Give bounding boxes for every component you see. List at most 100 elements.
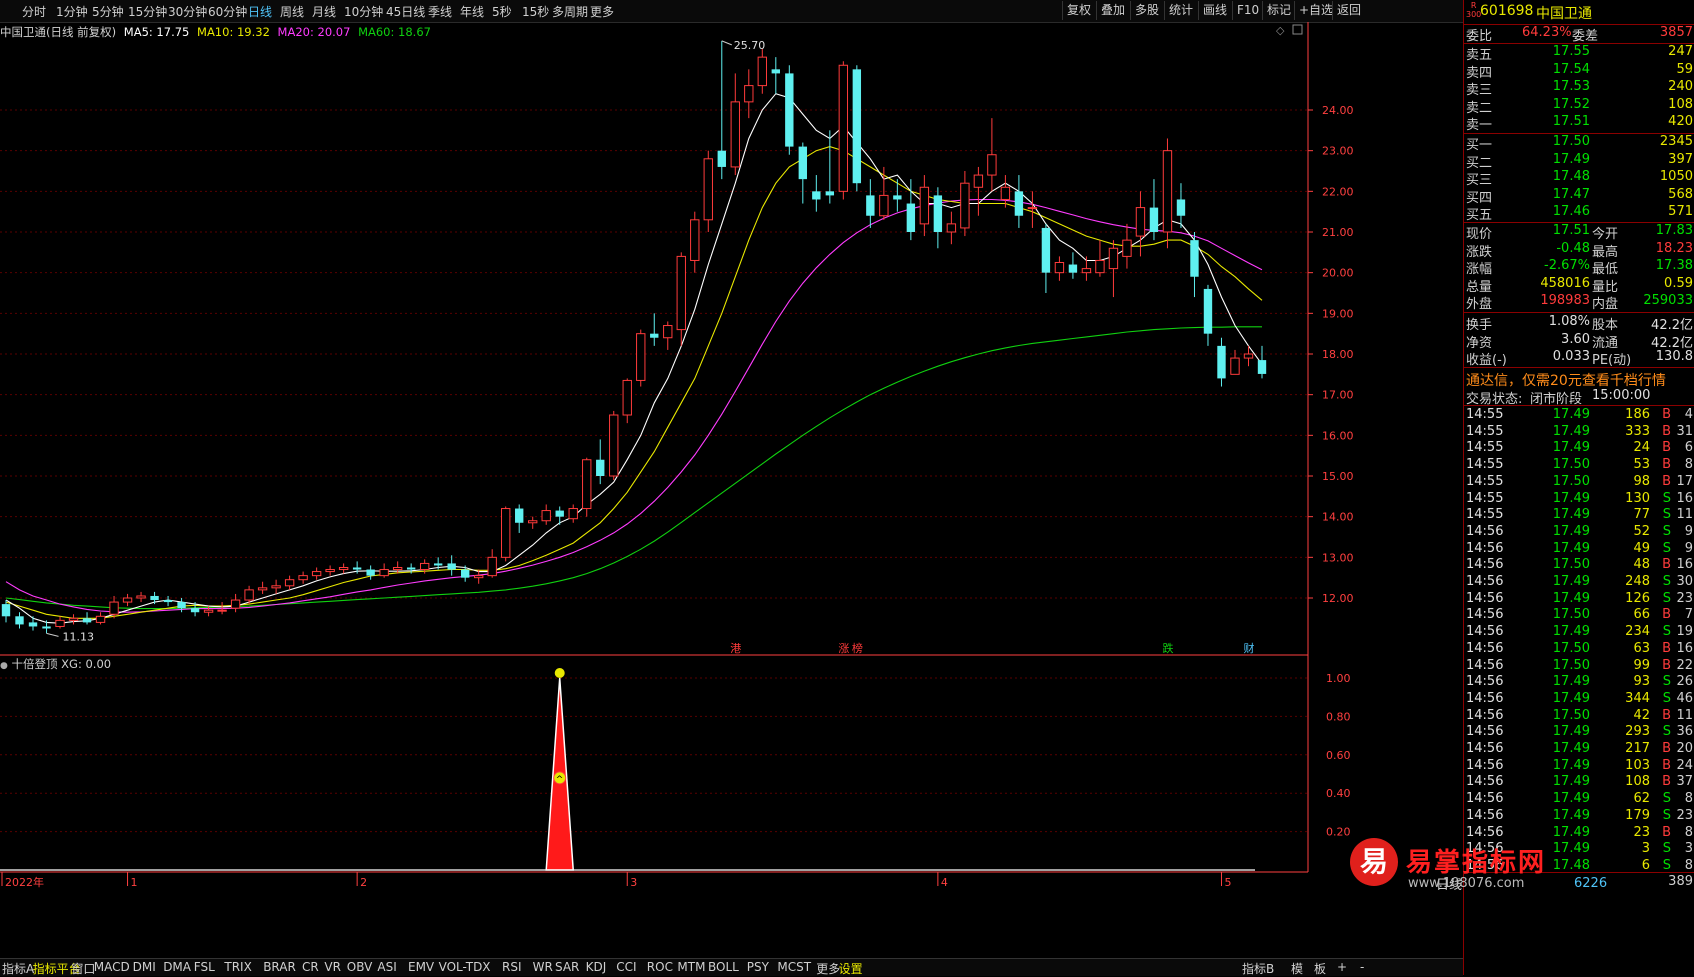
indicator-tab[interactable]: MTM	[677, 960, 705, 974]
weicha-value: 3857	[1659, 25, 1693, 40]
indicator-tab[interactable]: CCI	[616, 960, 636, 974]
candle-body-up	[663, 325, 673, 339]
bid-price: 17.50	[1552, 134, 1590, 149]
stat-label: 净资	[1466, 335, 1493, 351]
bottom-right-button[interactable]: 模	[1291, 960, 1303, 977]
candle-body-up	[244, 589, 254, 601]
indicator-tab[interactable]: DMI	[133, 960, 156, 974]
y-tick-label: 13.00	[1322, 551, 1354, 564]
candle-body-up	[960, 182, 970, 229]
tick-side: S	[1662, 523, 1671, 539]
event-marker[interactable]: 跌	[1162, 641, 1173, 655]
tick-price: 17.49	[1552, 741, 1590, 756]
window-icon[interactable]	[1292, 24, 1303, 35]
event-marker[interactable]: 港	[730, 642, 741, 655]
stat-label: 外盘	[1466, 297, 1493, 313]
bottom-right-button[interactable]: +	[1337, 960, 1347, 974]
candle	[1217, 337, 1226, 387]
tick-time: 14:55	[1466, 490, 1504, 506]
y-tick-label: 1.00	[1326, 672, 1351, 685]
tick-volume: 53	[1633, 457, 1650, 473]
candle-body-up	[136, 595, 146, 599]
candle-body-up	[838, 64, 849, 192]
bid-label: 买四	[1466, 190, 1493, 206]
candle	[82, 612, 92, 625]
candle-body-down	[1014, 191, 1024, 216]
tick-time: 14:55	[1466, 423, 1504, 439]
y-tick-label: 24.00	[1322, 104, 1354, 117]
candle	[596, 439, 605, 485]
event-marker[interactable]: 榜	[852, 641, 863, 655]
diamond-icon[interactable]: ◇	[1276, 24, 1285, 37]
bottom-right-button[interactable]: -	[1360, 960, 1364, 974]
indicator-tab[interactable]: 更多	[816, 960, 840, 977]
candle-body-down	[866, 195, 875, 216]
indicator-tab[interactable]: FSL	[194, 960, 215, 974]
event-marker[interactable]: 财	[1243, 641, 1254, 655]
y-tick-label: 0.40	[1326, 787, 1351, 800]
tick-count: 37	[1676, 774, 1693, 790]
tick-side: S	[1662, 590, 1671, 606]
y-tick-label: 15.00	[1322, 470, 1354, 483]
candle-body-up	[636, 333, 646, 381]
candle-body-up	[1243, 353, 1254, 359]
indicator-tab[interactable]: OBV	[347, 960, 373, 974]
indicator-tab[interactable]: BRAR	[263, 960, 296, 974]
indicator-tab[interactable]: 指标A	[2, 960, 34, 977]
y-tick-label: 0.60	[1326, 749, 1351, 762]
indicator-tab[interactable]: RSI	[502, 960, 522, 974]
event-marker[interactable]: 涨	[838, 642, 849, 655]
indicator-tab[interactable]: 设置	[839, 960, 863, 977]
ma10-line	[5, 146, 1263, 619]
candle-body-down	[515, 508, 524, 523]
tick-price: 17.50	[1552, 607, 1590, 623]
indicator-tab[interactable]: MACD	[94, 960, 130, 974]
tick-time: 14:56	[1466, 590, 1504, 606]
indicator-tab[interactable]: SAR	[555, 960, 579, 974]
indicator-tab[interactable]: VOL-TDX	[439, 960, 491, 974]
ask-price: 17.54	[1552, 61, 1590, 77]
candle-body-up	[1000, 186, 1011, 200]
indicator-tab[interactable]: 窗口	[71, 960, 95, 977]
indicator-tab[interactable]: DMA	[163, 960, 191, 974]
ma60-line	[5, 326, 1262, 610]
candle	[1230, 349, 1240, 375]
indicator-tab[interactable]: CR	[302, 960, 319, 974]
indicator-tab[interactable]: ROC	[647, 960, 673, 974]
bottom-right-button[interactable]: 指标B	[1242, 960, 1274, 977]
indicator-tab[interactable]: BOLL	[708, 960, 739, 974]
bid-volume: 571	[1668, 204, 1693, 220]
ask-volume: 108	[1668, 96, 1693, 112]
tick-price: 17.50	[1552, 707, 1590, 723]
candle-body-down	[1217, 345, 1226, 379]
tick-time: 14:55	[1466, 407, 1504, 422]
indicator-tab[interactable]: ASI	[377, 960, 396, 974]
date-label: 3	[630, 876, 637, 889]
indicator-tab[interactable]: VR	[324, 960, 341, 974]
indicator-tab[interactable]: MCST	[777, 960, 811, 974]
candle	[1054, 256, 1065, 281]
indicator-tab[interactable]: KDJ	[586, 960, 607, 974]
stat-label: 最低	[1592, 262, 1619, 278]
candle-body-down	[460, 569, 470, 578]
candle-body-up	[271, 585, 281, 589]
indicator-tab[interactable]: WR	[533, 960, 553, 974]
candle	[487, 549, 497, 578]
indicator-tab[interactable]: EMV	[408, 960, 434, 974]
tick-time: 14:56	[1466, 574, 1504, 589]
bottom-right-button[interactable]: 板	[1314, 960, 1326, 977]
promo-link[interactable]: 通达信，仅需20元查看千档行情	[1466, 370, 1666, 390]
tick-time: 14:56	[1466, 607, 1504, 623]
tick-time: 14:56	[1466, 690, 1504, 706]
candle	[717, 40, 726, 180]
stat-label: 总量	[1466, 279, 1493, 295]
indicator-tabs: 指标A 指标平台 窗口 MACD DMI DMA FSL TRIX BRAR CR VR OBV ASI…	[0, 958, 1463, 976]
indicator-tab[interactable]: TRIX	[224, 960, 251, 974]
indicator-tab[interactable]: PSY	[747, 960, 769, 974]
tick-time: 14:56	[1466, 724, 1504, 740]
candlestick-chart[interactable]: 12.00 13.00 14.00 15.00 16.00 17.00 18.00 19.00…	[0, 0, 1463, 958]
tick-volume: 126	[1625, 590, 1650, 606]
apple-icon	[554, 668, 565, 678]
stat-label: 股本	[1592, 318, 1619, 333]
tick-price: 17.49	[1552, 724, 1590, 740]
